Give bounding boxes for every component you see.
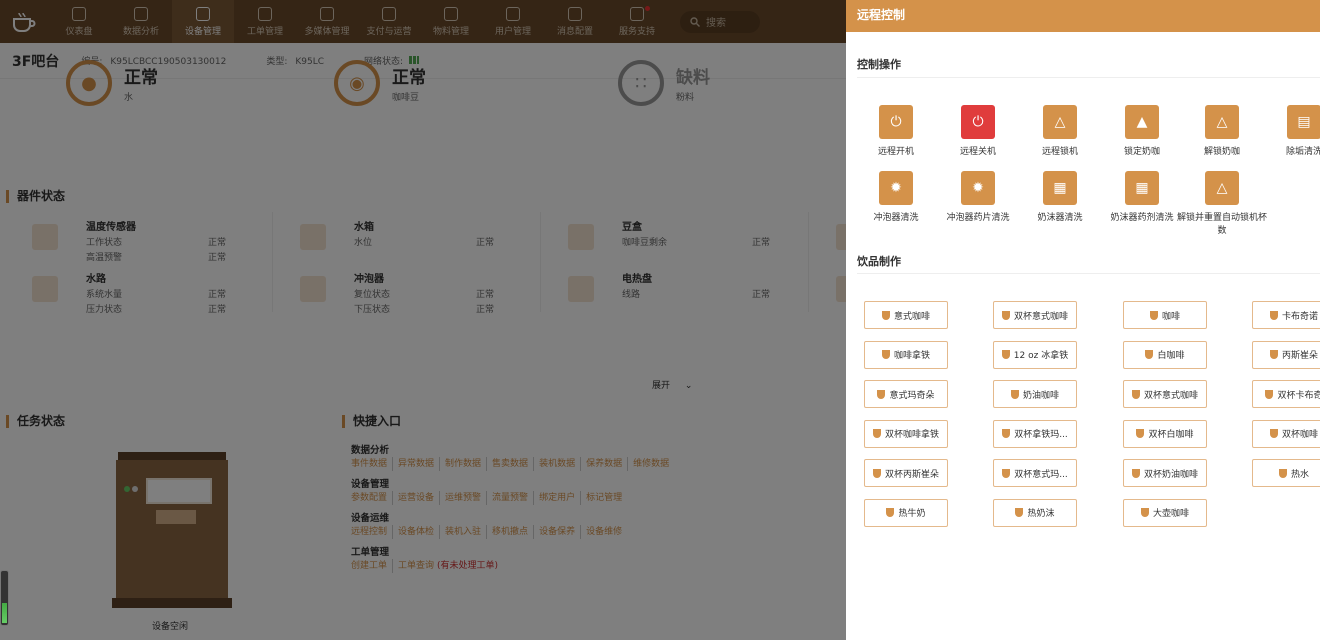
drink-label: 双杯咖啡: [1281, 430, 1318, 440]
unlock-icon: △: [1205, 105, 1239, 139]
drink-button[interactable]: 双杯意式咖啡: [1123, 380, 1207, 408]
drink-button[interactable]: 双杯卡布奇: [1252, 380, 1320, 408]
descale-icon: ▤: [1287, 105, 1320, 139]
brewer-clean-button[interactable]: ✹ 冲泡器清洗: [855, 171, 937, 225]
remote-power-on-button[interactable]: ⏻ 远程开机: [855, 105, 937, 159]
unlock-icon: △: [1205, 171, 1239, 205]
cup-icon: [1149, 310, 1158, 320]
drink-button[interactable]: 双杯意式咖啡: [993, 301, 1077, 329]
drink-button[interactable]: 热奶沫: [993, 498, 1077, 527]
cup-icon: [872, 468, 881, 478]
drink-button[interactable]: 双杯丙斯崔朵: [864, 459, 948, 487]
cup-icon: [1140, 508, 1149, 517]
drink-button[interactable]: 双杯白咖啡: [1123, 419, 1207, 448]
drink-label: 丙斯崔朵: [1281, 351, 1318, 361]
cup-icon: [872, 429, 881, 438]
cup-icon: [1265, 389, 1274, 399]
drink-label: 双杯意式咖啡: [1013, 311, 1068, 322]
drink-button[interactable]: 热牛奶: [864, 498, 948, 527]
frother-agent-clean-button[interactable]: ▦ 奶沫器药剂清洗: [1101, 171, 1183, 225]
power-icon: ⏻: [879, 105, 913, 139]
drink-button[interactable]: 丙斯崔朵: [1252, 340, 1320, 369]
drink-label: 大壶咖啡: [1152, 509, 1189, 519]
frother-clean-button[interactable]: ▦ 奶沫器清洗: [1019, 171, 1101, 225]
brewer-tablet-clean-button[interactable]: ✹ 冲泡器药片清洗: [937, 171, 1019, 225]
drink-button[interactable]: 白咖啡: [1123, 340, 1207, 369]
cup-icon: [1001, 310, 1010, 320]
drink-button[interactable]: 意式玛奇朵: [864, 380, 948, 408]
drink-label: 双杯卡布奇: [1277, 390, 1320, 401]
cup-icon: [1278, 468, 1287, 478]
drink-label: 热水: [1290, 469, 1309, 480]
drink-button[interactable]: 大壶咖啡: [1123, 498, 1207, 527]
drink-button[interactable]: 双杯咖啡: [1252, 419, 1320, 448]
drink-button[interactable]: 双杯意式玛...: [993, 459, 1077, 487]
drink-label: 奶油咖啡: [1022, 390, 1059, 401]
drink-label: 双杯奶油咖啡: [1143, 469, 1198, 480]
lock-milk-coffee-button[interactable]: ▲ 锁定奶咖: [1101, 105, 1183, 159]
drink-section-title: 饮品制作: [857, 255, 901, 268]
unlock-reset-cup-count-button[interactable]: △ 解锁并重置自动锁机杯数: [1175, 171, 1269, 238]
drink-label: 双杯意式咖啡: [1143, 390, 1198, 401]
drink-button[interactable]: 双杯拿铁玛...: [993, 419, 1077, 448]
cup-icon: [1002, 429, 1011, 438]
cup-icon: [881, 350, 890, 359]
panel-title: 远程控制: [846, 0, 1320, 32]
drink-button[interactable]: 12 oz 冰拿铁: [993, 340, 1077, 369]
drink-button[interactable]: 咖啡: [1123, 301, 1207, 329]
unlock-icon: △: [1043, 105, 1077, 139]
drink-label: 热奶沫: [1027, 509, 1055, 519]
drink-button[interactable]: 双杯咖啡拿铁: [864, 419, 948, 448]
cup-icon: [1269, 429, 1278, 438]
divider: [857, 77, 1320, 78]
drink-label: 白咖啡: [1157, 351, 1185, 361]
remote-lock-button[interactable]: △ 远程锁机: [1019, 105, 1101, 159]
drink-button[interactable]: 热水: [1252, 459, 1320, 487]
drink-label: 双杯咖啡拿铁: [884, 430, 939, 440]
cup-icon: [881, 310, 890, 320]
cup-icon: [1131, 389, 1140, 399]
drink-label: 意式玛奇朵: [889, 390, 935, 401]
drink-label: 热牛奶: [898, 509, 926, 519]
drink-button[interactable]: 咖啡拿铁: [864, 340, 948, 369]
cup-icon: [1131, 468, 1140, 478]
drink-label: 卡布奇诺: [1281, 311, 1318, 322]
drink-label: 双杯拿铁玛...: [1014, 430, 1068, 440]
unlock-milk-coffee-button[interactable]: △ 解锁奶咖: [1181, 105, 1263, 159]
cup-icon: [1002, 468, 1011, 478]
cup-icon: [877, 389, 886, 399]
cup-icon: [1001, 350, 1010, 359]
cup-icon: [1136, 429, 1145, 438]
drink-label: 咖啡拿铁: [893, 351, 930, 361]
control-section-title: 控制操作: [857, 58, 901, 71]
brewer-clean-icon: ✹: [879, 171, 913, 205]
cup-icon: [1010, 389, 1019, 399]
lock-icon: ▲: [1125, 105, 1159, 139]
modal-overlay[interactable]: [0, 0, 846, 640]
descale-button[interactable]: ▤ 除垢清洗: [1263, 105, 1320, 159]
drink-button[interactable]: 奶油咖啡: [993, 380, 1077, 408]
cup-icon: [1015, 508, 1024, 517]
frother-clean-icon: ▦: [1043, 171, 1077, 205]
cup-icon: [1269, 350, 1278, 359]
drink-label: 咖啡: [1161, 311, 1180, 322]
cup-icon: [1145, 350, 1154, 359]
drink-button[interactable]: 卡布奇诺: [1252, 301, 1320, 329]
drink-label: 意式咖啡: [893, 311, 930, 322]
cup-icon: [886, 508, 895, 517]
cup-icon: [1269, 310, 1278, 320]
drink-label: 双杯白咖啡: [1148, 430, 1194, 440]
scrollbar[interactable]: [0, 570, 9, 626]
drink-button[interactable]: 双杯奶油咖啡: [1123, 459, 1207, 487]
drink-label: 双杯意式玛...: [1014, 469, 1068, 480]
drink-button[interactable]: 意式咖啡: [864, 301, 948, 329]
drink-label: 12 oz 冰拿铁: [1013, 351, 1069, 361]
divider: [857, 273, 1320, 274]
tablet-clean-icon: ✹: [961, 171, 995, 205]
power-icon: ⏻: [961, 105, 995, 139]
frother-agent-icon: ▦: [1125, 171, 1159, 205]
remote-control-panel: 远程控制 控制操作 ⏻ 远程开机 ⏻ 远程关机 △ 远程锁机 ▲ 锁定奶咖 △ 解锁奶咖 …: [846, 0, 1320, 640]
drink-label: 双杯丙斯崔朵: [884, 469, 939, 480]
remote-power-off-button[interactable]: ⏻ 远程关机: [937, 105, 1019, 159]
